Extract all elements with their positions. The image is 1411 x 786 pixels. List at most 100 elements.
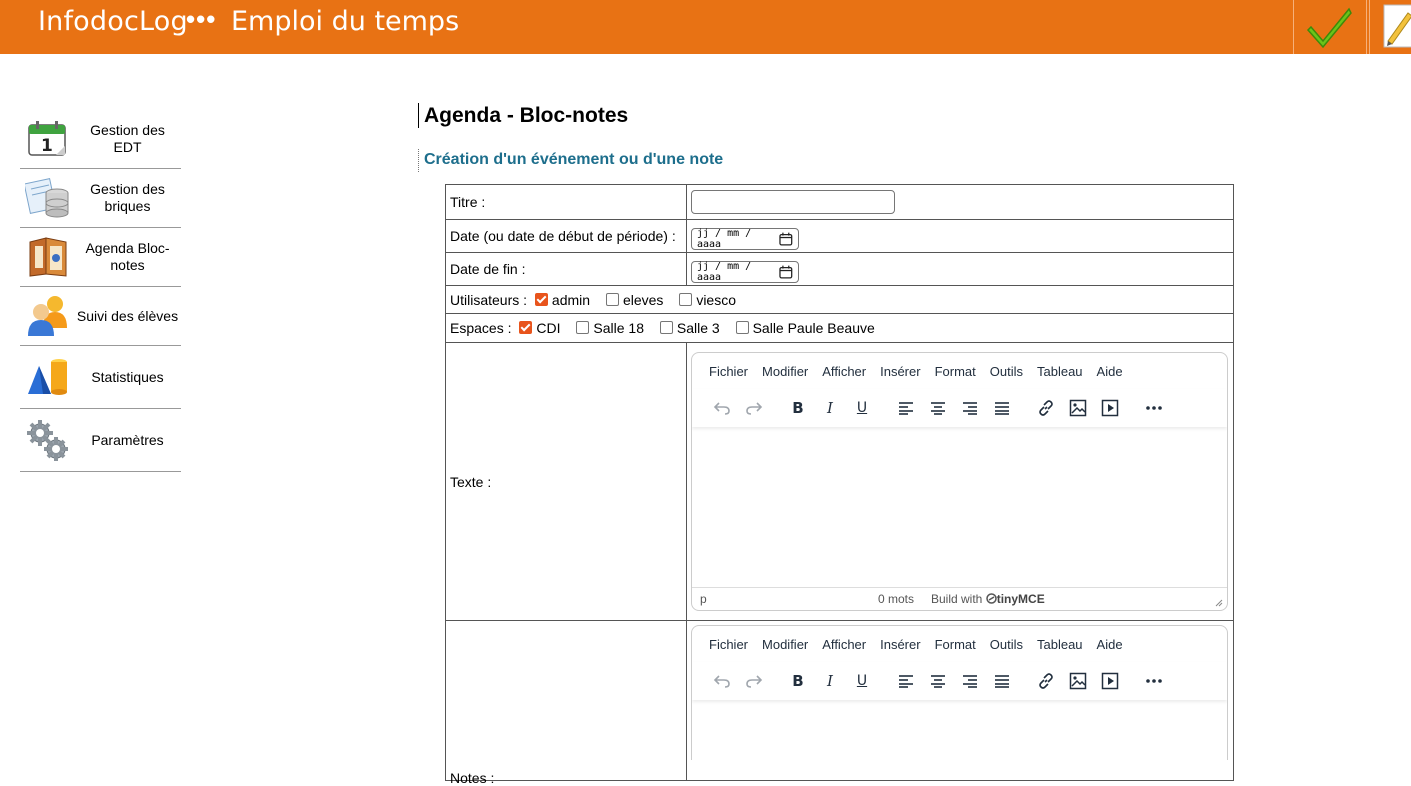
sidebar-item-label: Agenda Bloc-notes — [85, 240, 170, 273]
bold-icon[interactable]: B — [782, 667, 814, 695]
italic-icon[interactable]: I — [814, 667, 846, 695]
shapes-icon — [20, 352, 76, 402]
date-fin-input[interactable]: jj / mm / aaaa — [691, 260, 799, 283]
texte-editor-area[interactable] — [692, 427, 1227, 587]
link-icon[interactable] — [1030, 394, 1062, 422]
notes-label-cell: Notes : — [445, 620, 687, 786]
database-icon — [20, 173, 76, 223]
menu-outils[interactable]: Outils — [990, 364, 1023, 379]
word-count[interactable]: 0 mots — [878, 592, 914, 606]
element-path[interactable]: p — [700, 592, 707, 606]
align-right-icon[interactable] — [954, 667, 986, 695]
align-center-icon[interactable] — [922, 394, 954, 422]
menu-inserer[interactable]: Insérer — [880, 364, 920, 379]
sidebar-item-statistiques[interactable]: Statistiques — [20, 346, 181, 409]
align-right-icon[interactable] — [954, 394, 986, 422]
section-title: Emploi du temps — [231, 6, 460, 37]
menu-modifier[interactable]: Modifier — [762, 364, 808, 379]
checkbox-eleves[interactable] — [605, 292, 619, 306]
checkbox-cdi[interactable] — [519, 321, 533, 334]
checkbox-admin[interactable] — [534, 292, 548, 306]
sidebar-item-briques[interactable]: Gestion des briques — [20, 169, 181, 228]
form-row-espaces: Espaces : CDI Salle 18 Salle 3 Salle Pau… — [445, 313, 1234, 343]
sidebar-item-label: Gestion des briques — [90, 181, 165, 214]
more-icon[interactable] — [1138, 394, 1170, 422]
align-justify-icon[interactable] — [986, 394, 1018, 422]
calendar-picker-icon[interactable] — [779, 265, 793, 279]
link-icon[interactable] — [1030, 667, 1062, 695]
menu-dots[interactable]: ••• — [186, 4, 216, 35]
undo-icon[interactable] — [706, 667, 738, 695]
checkbox-label: Salle Paule Beauve — [752, 320, 875, 336]
undo-icon[interactable] — [706, 394, 738, 422]
sidebar-item-agenda[interactable]: Agenda Bloc-notes — [20, 228, 181, 287]
menu-afficher[interactable]: Afficher — [822, 637, 866, 652]
underline-icon[interactable]: U — [846, 394, 878, 422]
divider — [1293, 0, 1294, 54]
pencil-icon — [1383, 4, 1411, 48]
titre-label: Titre : — [445, 184, 687, 220]
utilisateurs-label: Utilisateurs : — [450, 291, 528, 308]
menu-inserer[interactable]: Insérer — [880, 637, 920, 652]
date-input[interactable]: jj / mm / aaaa — [691, 227, 799, 250]
editor-menubar: Fichier Modifier Afficher Insérer Format… — [692, 626, 1227, 662]
italic-icon[interactable]: I — [814, 394, 846, 422]
redo-icon[interactable] — [738, 667, 770, 695]
texte-label: Texte : — [445, 342, 687, 621]
checkbox-label: eleves — [622, 291, 664, 308]
menu-fichier[interactable]: Fichier — [709, 364, 748, 379]
image-icon[interactable] — [1062, 667, 1094, 695]
resize-handle-icon[interactable] — [1214, 598, 1223, 607]
align-left-icon[interactable] — [890, 394, 922, 422]
redo-icon[interactable] — [738, 394, 770, 422]
menu-outils[interactable]: Outils — [990, 637, 1023, 652]
menu-aide[interactable]: Aide — [1097, 364, 1123, 379]
notes-editor-area[interactable] — [692, 700, 1227, 760]
media-icon[interactable] — [1094, 667, 1126, 695]
menu-tableau[interactable]: Tableau — [1037, 364, 1083, 379]
media-icon[interactable] — [1094, 394, 1126, 422]
checkbox-salle-3[interactable] — [659, 321, 673, 334]
date-fin-label: Date de fin : — [445, 252, 687, 286]
checkbox-salle-paule-beauve[interactable] — [735, 321, 749, 334]
app-brand[interactable]: InfodocLog — [38, 6, 188, 37]
sidebar-item-label: Gestion des EDT — [90, 122, 165, 155]
sidebar-item-edt[interactable]: 1 Gestion des EDT — [20, 110, 181, 169]
checkbox-viesco[interactable] — [679, 292, 693, 306]
align-center-icon[interactable] — [922, 667, 954, 695]
sidebar-item-label: Suivi des élèves — [76, 307, 179, 324]
sidebar-item-parametres[interactable]: Paramètres — [20, 409, 181, 472]
sidebar-item-label: Statistiques — [91, 368, 164, 385]
sidebar-item-eleves[interactable]: Suivi des élèves — [20, 287, 181, 346]
calendar-picker-icon[interactable] — [779, 232, 793, 246]
more-icon[interactable] — [1138, 667, 1170, 695]
align-justify-icon[interactable] — [986, 667, 1018, 695]
menu-modifier[interactable]: Modifier — [762, 637, 808, 652]
gears-icon — [20, 415, 76, 465]
align-left-icon[interactable] — [890, 667, 922, 695]
menu-fichier[interactable]: Fichier — [709, 637, 748, 652]
checkbox-label: CDI — [536, 320, 561, 336]
espaces-label: Espaces : — [450, 320, 512, 336]
titre-input[interactable] — [691, 190, 895, 214]
editor-statusbar: p 0 mots Build with tinyMCE — [692, 587, 1227, 610]
menu-format[interactable]: Format — [935, 364, 976, 379]
svg-text:1: 1 — [41, 136, 53, 156]
menu-aide[interactable]: Aide — [1097, 637, 1123, 652]
underline-icon[interactable]: U — [846, 667, 878, 695]
form-row-texte: Texte : Fichier Modifier Afficher Insére… — [445, 342, 1234, 621]
image-icon[interactable] — [1062, 394, 1094, 422]
editor-toolbar: B I U — [692, 389, 1227, 427]
validate-button[interactable] — [1300, 0, 1360, 54]
menu-format[interactable]: Format — [935, 637, 976, 652]
build-with[interactable]: Build with tinyMCE — [931, 592, 1045, 606]
menu-tableau[interactable]: Tableau — [1037, 637, 1083, 652]
bold-icon[interactable]: B — [782, 394, 814, 422]
checkbox-salle-18[interactable] — [576, 321, 590, 334]
date-placeholder: jj / mm / aaaa — [697, 227, 752, 250]
tinymce-brand: tinyMCE — [996, 592, 1045, 606]
edit-button[interactable] — [1378, 0, 1411, 54]
menu-afficher[interactable]: Afficher — [822, 364, 866, 379]
sidebar: 1 Gestion des EDT Gestion des briques Ag… — [20, 110, 181, 472]
build-with-text: Build with — [931, 592, 983, 606]
